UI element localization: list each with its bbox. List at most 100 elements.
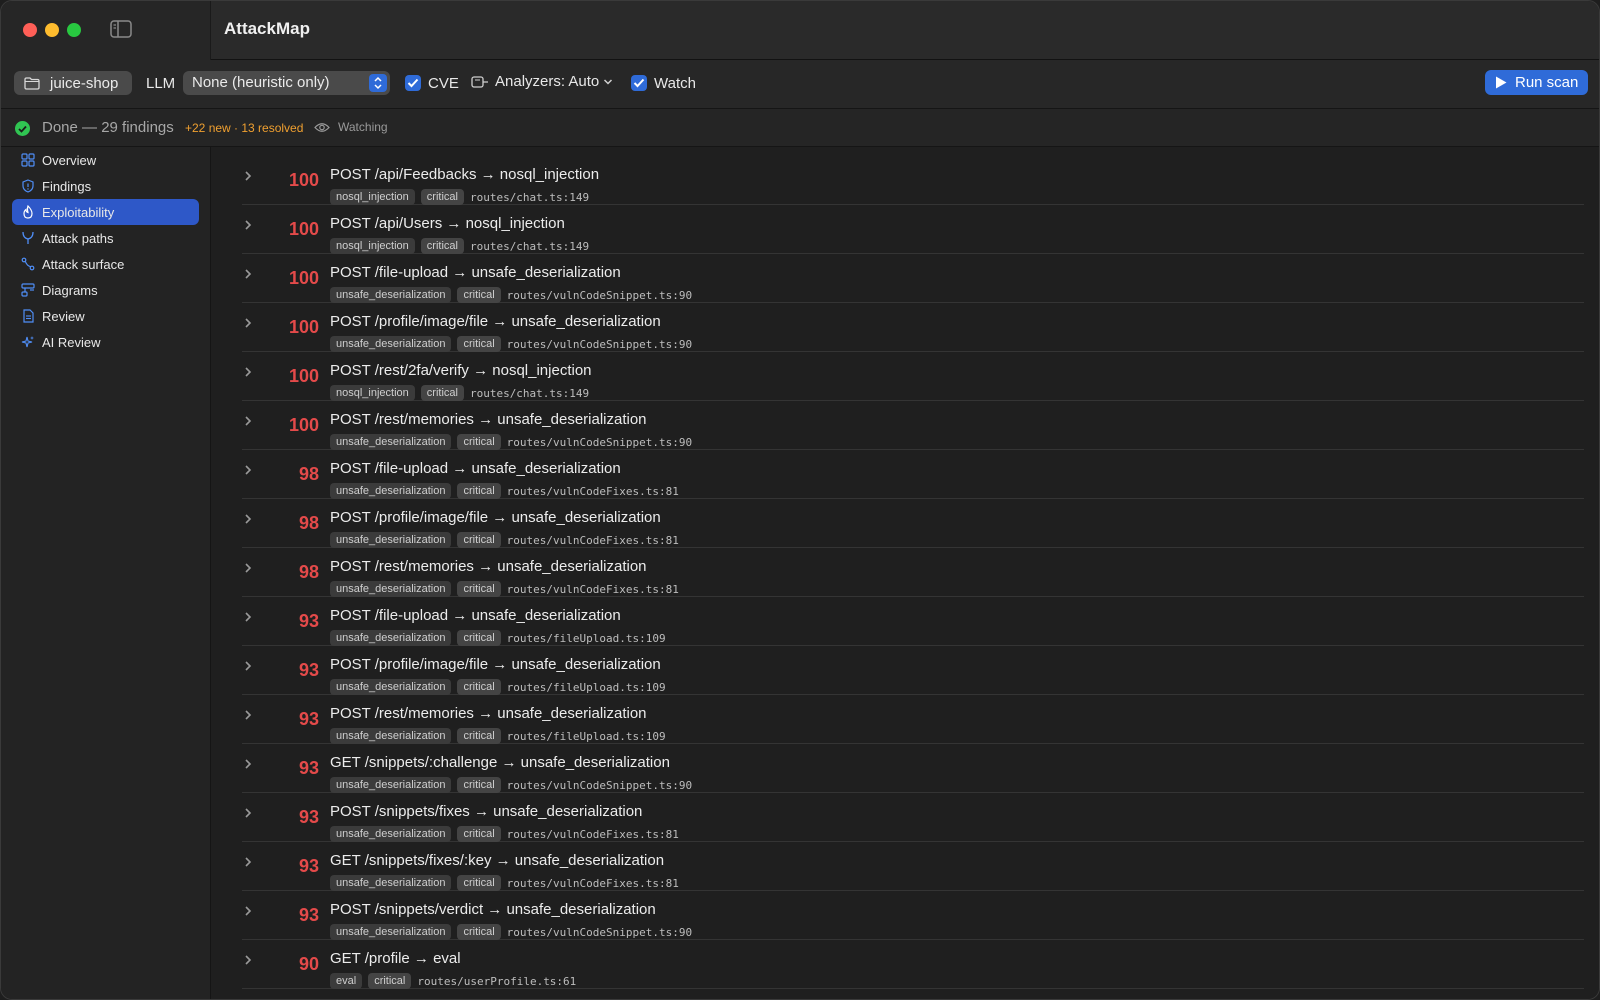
finding-meta: unsafe_deserialization critical routes/vul…: [330, 434, 692, 450]
sidebar-item-label: Overview: [42, 152, 97, 168]
finding-meta: unsafe_deserialization critical routes/vul…: [330, 777, 692, 793]
severity-badge: critical: [457, 434, 501, 450]
cve-label: CVE: [428, 75, 459, 92]
finding-row[interactable]: 100 POST /rest/memories → unsafe_deserial…: [242, 400, 1584, 450]
finding-row[interactable]: 100 POST /file-upload → unsafe_deserializ…: [242, 253, 1584, 303]
minimize-window-button[interactable]: [45, 23, 59, 37]
source-location: routes/fileUpload.ts:109: [506, 631, 666, 645]
exploitability-score: 98: [298, 464, 319, 484]
checkmark-circle-icon: [15, 121, 30, 136]
finding-title: POST /rest/memories → unsafe_deserializa…: [330, 705, 647, 722]
watch-checkbox[interactable]: [631, 75, 647, 91]
finding-row[interactable]: 100 POST /api/Users → nosql_injection nosq…: [242, 204, 1584, 254]
severity-badge: critical: [457, 483, 501, 499]
severity-badge: critical: [457, 287, 501, 303]
sparkles-icon: [21, 336, 34, 348]
finding-meta: unsafe_deserialization critical routes/vul…: [330, 287, 692, 303]
sidebar-item-label: Exploitability: [42, 204, 115, 220]
finding-row[interactable]: 100 POST /rest/2fa/verify → nosql_injecti…: [242, 351, 1584, 401]
finding-meta: unsafe_deserialization critical routes/fil…: [330, 679, 666, 695]
finding-row[interactable]: 98 POST /profile/image/file → unsafe_dese…: [242, 498, 1584, 548]
sidebar-item-review[interactable]: Review: [12, 303, 199, 329]
app-window: AttackMap juice-shop LLM None (heuristic…: [0, 0, 1600, 1000]
sidebar-item-label: Diagrams: [42, 282, 98, 298]
source-location: routes/chat.ts:149: [469, 190, 590, 204]
exploitability-score: 90: [298, 954, 319, 974]
sidebar-item-attack-surface[interactable]: Attack surface: [12, 251, 199, 277]
sidebar: Overview Findings Exploitability Attack …: [1, 147, 211, 999]
severity-badge: critical: [457, 875, 501, 891]
finding-meta: nosql_injection critical routes/chat.ts:14…: [330, 385, 589, 401]
source-location: routes/fileUpload.ts:109: [506, 680, 666, 694]
sidebar-item-attack-paths[interactable]: Attack paths: [12, 225, 199, 251]
findings-list: 100 POST /api/Feedbacks → nosql_injection…: [212, 147, 1599, 999]
vuln-type-badge: unsafe_deserialization: [330, 679, 452, 695]
analyzers-menu[interactable]: Analyzers: Auto: [471, 73, 619, 90]
finding-meta: nosql_injection critical routes/chat.ts:14…: [330, 238, 589, 254]
finding-row[interactable]: 93 POST /rest/memories → unsafe_deseriali…: [242, 694, 1584, 744]
vuln-type-badge: unsafe_deserialization: [330, 875, 452, 891]
llm-label: LLM: [146, 75, 176, 92]
finding-title: GET /snippets/:challenge → unsafe_deseri…: [330, 754, 670, 771]
vuln-type-badge: unsafe_deserialization: [330, 630, 452, 646]
finding-title: POST /api/Feedbacks → nosql_injection: [330, 166, 600, 183]
status-bar: Done — 29 findings +22 new · 13 resolved…: [1, 109, 1599, 147]
shield-icon: [22, 179, 34, 193]
finding-row[interactable]: 93 POST /snippets/fixes → unsafe_deserial…: [242, 792, 1584, 842]
toolbar: juice-shop LLM None (heuristic only) CVE…: [1, 60, 1599, 109]
finding-title: POST /file-upload → unsafe_deserializati…: [330, 264, 621, 281]
finding-row[interactable]: 98 POST /rest/memories → unsafe_deseriali…: [242, 547, 1584, 597]
llm-select-value: None (heuristic only): [192, 74, 330, 91]
title-bar: AttackMap: [1, 1, 1599, 60]
zoom-window-button[interactable]: [67, 23, 81, 37]
finding-row[interactable]: 98 POST /file-upload → unsafe_deserializa…: [242, 449, 1584, 499]
finding-meta: unsafe_deserialization critical routes/vul…: [330, 581, 679, 597]
source-location: routes/vulnCodeFixes.ts:81: [506, 827, 679, 841]
vuln-type-badge: nosql_injection: [330, 385, 415, 401]
watch-label: Watch: [654, 75, 696, 92]
sidebar-item-diagrams[interactable]: Diagrams: [12, 277, 199, 303]
severity-badge: critical: [457, 336, 501, 352]
vuln-type-badge: unsafe_deserialization: [330, 826, 452, 842]
vuln-type-badge: unsafe_deserialization: [330, 777, 452, 793]
severity-badge: critical: [368, 973, 412, 989]
checkmark-icon: [633, 78, 645, 88]
exploitability-score: 93: [298, 758, 319, 778]
project-button[interactable]: juice-shop: [14, 71, 132, 95]
severity-badge: critical: [457, 630, 501, 646]
close-window-button[interactable]: [23, 23, 37, 37]
finding-title: POST /api/Users → nosql_injection: [330, 215, 565, 232]
chevron-down-icon: [604, 78, 613, 85]
finding-row[interactable]: 100 POST /profile/image/file → unsafe_des…: [242, 302, 1584, 352]
title-bar-sidebar-area: [1, 1, 211, 60]
exploitability-score: 100: [288, 415, 319, 435]
finding-title: POST /profile/image/file → unsafe_deseri…: [330, 313, 661, 330]
branch-icon: [22, 231, 34, 244]
sidebar-item-ai-review[interactable]: AI Review: [12, 329, 199, 355]
cve-checkbox[interactable]: [405, 75, 421, 91]
finding-row[interactable]: 93 POST /snippets/verdict → unsafe_deseri…: [242, 890, 1584, 940]
finding-row[interactable]: 93 GET /snippets/fixes/:key → unsafe_dese…: [242, 841, 1584, 891]
diagram-icon: [21, 283, 35, 297]
sidebar-item-exploitability[interactable]: Exploitability: [12, 199, 199, 225]
llm-select[interactable]: None (heuristic only): [183, 71, 390, 95]
severity-badge: critical: [457, 826, 501, 842]
exploitability-score: 98: [298, 562, 319, 582]
sidebar-item-findings[interactable]: Findings: [12, 173, 199, 199]
exploitability-score: 100: [288, 366, 319, 386]
sidebar-item-overview[interactable]: Overview: [12, 147, 199, 173]
severity-badge: critical: [457, 581, 501, 597]
finding-row[interactable]: 100 POST /api/Feedbacks → nosql_injection…: [242, 155, 1584, 205]
finding-meta: unsafe_deserialization critical routes/vul…: [330, 336, 692, 352]
finding-title: POST /snippets/fixes → unsafe_deserializ…: [330, 803, 643, 820]
run-scan-button[interactable]: Run scan: [1485, 70, 1588, 95]
source-location: routes/vulnCodeFixes.ts:81: [506, 876, 679, 890]
sidebar-toggle-icon[interactable]: [110, 20, 132, 38]
analyzer-icon: [471, 75, 488, 88]
finding-row[interactable]: 93 GET /snippets/:challenge → unsafe_dese…: [242, 743, 1584, 793]
app-title: AttackMap: [224, 19, 310, 38]
finding-row[interactable]: 90 GET /profile → eval eval critical routes/…: [242, 939, 1584, 989]
route-icon: [21, 257, 35, 271]
finding-row[interactable]: 93 POST /profile/image/file → unsafe_dese…: [242, 645, 1584, 695]
finding-row[interactable]: 93 POST /file-upload → unsafe_deserializa…: [242, 596, 1584, 646]
